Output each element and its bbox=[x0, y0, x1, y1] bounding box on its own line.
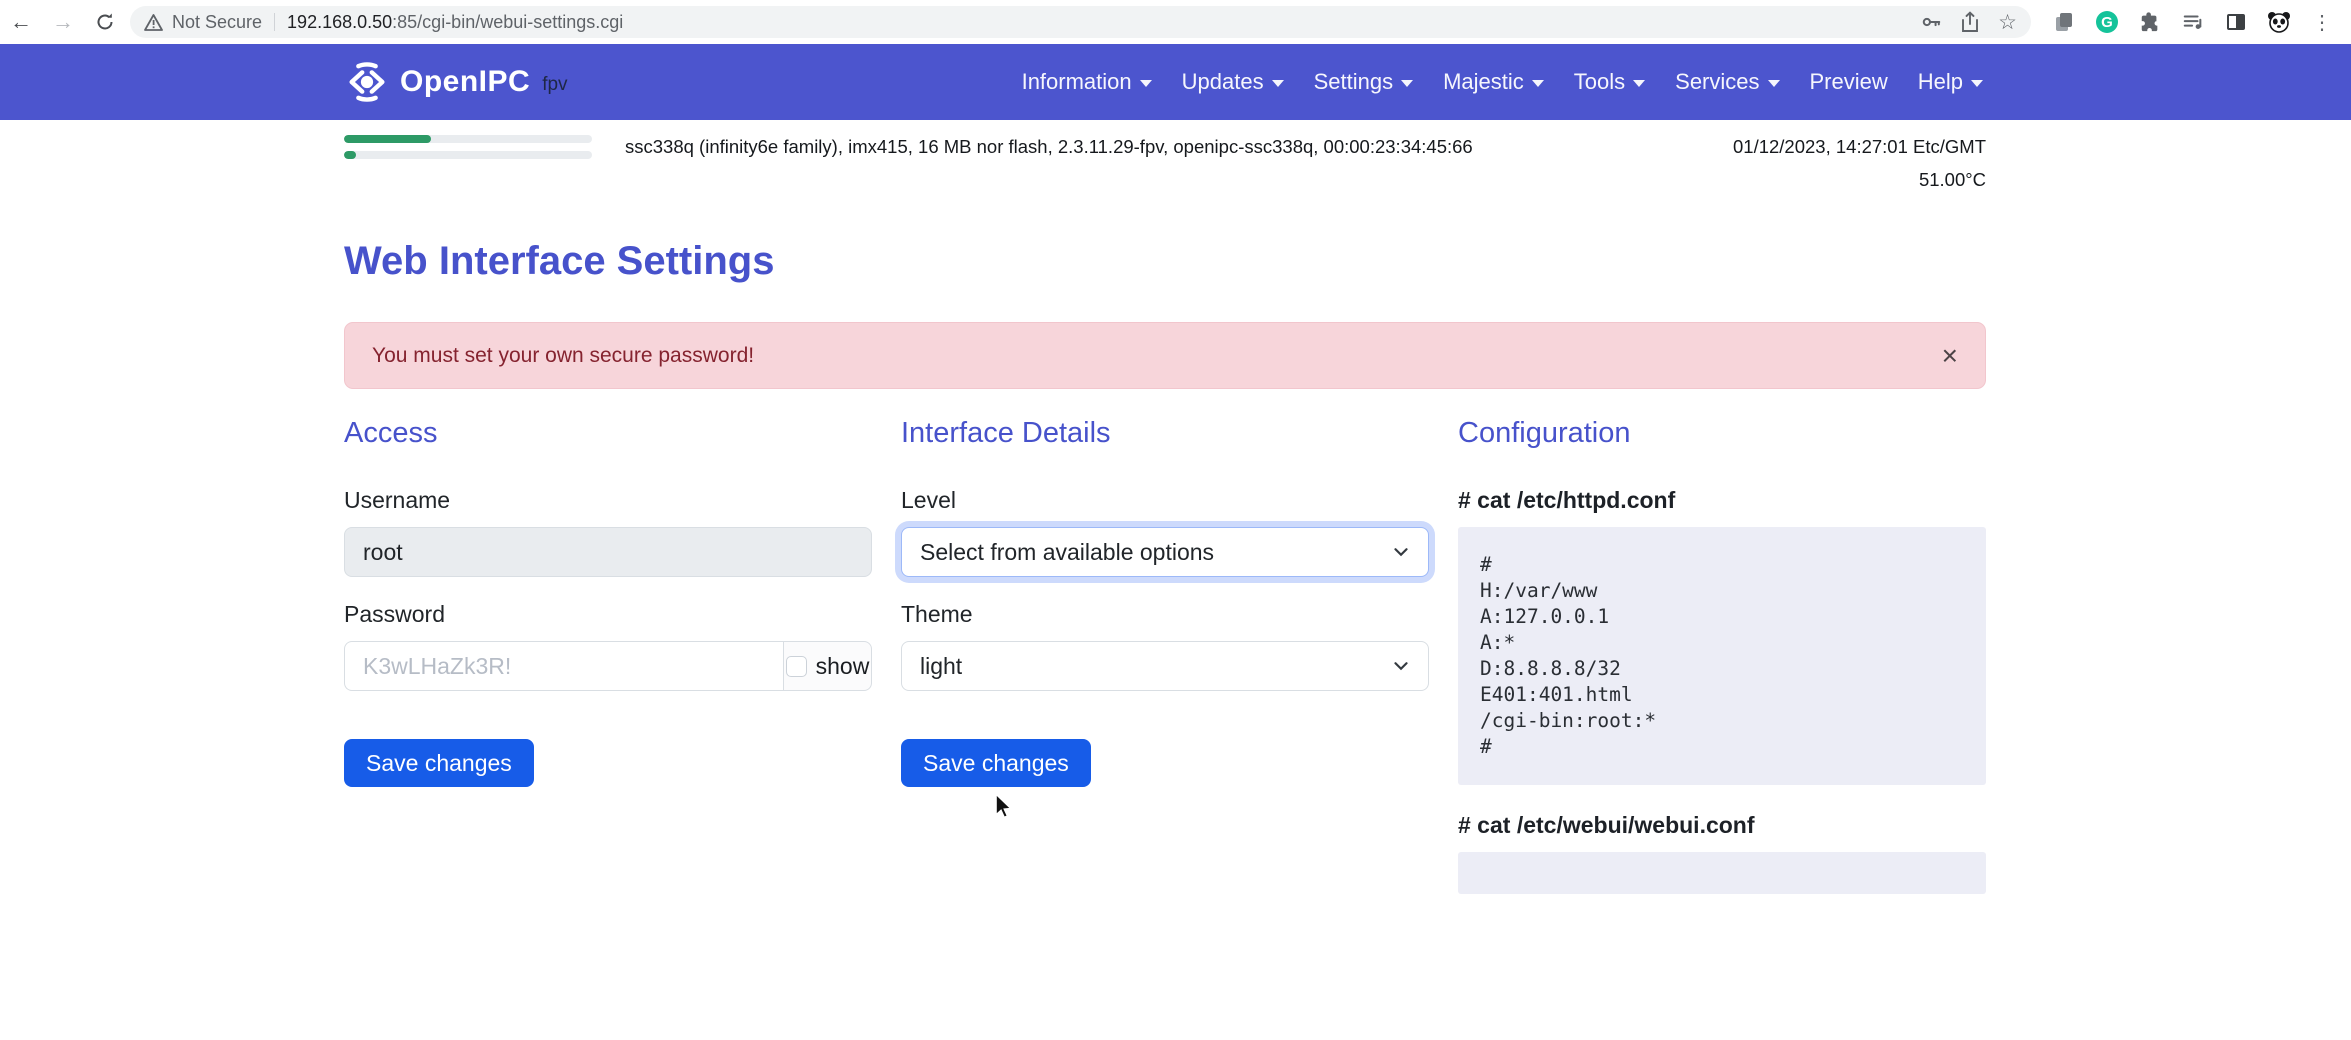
menu-item-information[interactable]: Information bbox=[1022, 69, 1152, 95]
interface-details-title: Interface Details bbox=[901, 417, 1429, 450]
theme-label: Theme bbox=[901, 601, 1429, 628]
password-key-icon[interactable] bbox=[1920, 11, 1942, 33]
password-label: Password bbox=[344, 601, 872, 628]
forward-icon[interactable]: → bbox=[50, 9, 76, 35]
device-info: ssc338q (infinity6e family), imx415, 16 … bbox=[625, 133, 1473, 191]
brand-name: OpenIPC bbox=[400, 65, 530, 99]
username-label: Username bbox=[344, 487, 872, 514]
configuration-title: Configuration bbox=[1458, 417, 1986, 450]
temperature-text: 51.00°C bbox=[1733, 169, 1986, 191]
show-password-checkbox[interactable] bbox=[786, 656, 807, 677]
page-title: Web Interface Settings bbox=[344, 239, 1986, 284]
chevron-down-icon bbox=[1140, 80, 1152, 87]
url-text[interactable]: 192.168.0.50:85/cgi-bin/webui-settings.c… bbox=[287, 12, 623, 33]
level-label: Level bbox=[901, 487, 1429, 514]
brand-logo[interactable]: OpenIPC fpv bbox=[344, 59, 568, 105]
menu-item-services[interactable]: Services bbox=[1675, 69, 1779, 95]
username-field[interactable] bbox=[344, 527, 872, 577]
chevron-down-icon bbox=[1532, 80, 1544, 87]
openipc-eye-icon bbox=[344, 59, 390, 105]
progress-bar-2 bbox=[344, 151, 592, 159]
browser-toolbar: ← → Not Secure 192.168.0.50:85/cgi-bin/w… bbox=[0, 0, 2351, 44]
level-select[interactable]: Select from available options bbox=[901, 527, 1429, 577]
theme-select[interactable]: light bbox=[901, 641, 1429, 691]
menu-item-settings[interactable]: Settings bbox=[1314, 69, 1414, 95]
playlist-icon[interactable] bbox=[2180, 9, 2206, 35]
httpd-conf-heading: # cat /etc/httpd.conf bbox=[1458, 487, 1986, 514]
chevron-down-icon bbox=[1768, 80, 1780, 87]
grammarly-icon[interactable]: G bbox=[2094, 9, 2120, 35]
back-icon[interactable]: ← bbox=[8, 9, 34, 35]
menu-item-updates[interactable]: Updates bbox=[1182, 69, 1284, 95]
panda-extension-icon[interactable] bbox=[2266, 9, 2292, 35]
progress-fill-1 bbox=[344, 135, 431, 143]
show-password-label: show bbox=[816, 653, 870, 680]
reload-icon[interactable] bbox=[92, 9, 118, 35]
extension-docs-icon[interactable] bbox=[2051, 9, 2077, 35]
address-bar[interactable]: Not Secure 192.168.0.50:85/cgi-bin/webui… bbox=[130, 6, 2031, 38]
alert-close-icon[interactable]: × bbox=[1942, 342, 1958, 370]
httpd-conf-content: # H:/var/www A:127.0.0.1 A:* D:8.8.8.8/3… bbox=[1458, 527, 1986, 785]
menu-item-tools[interactable]: Tools bbox=[1574, 69, 1645, 95]
security-chip-label[interactable]: Not Secure bbox=[172, 12, 262, 33]
main-menu: Information Updates Settings Majestic To… bbox=[1022, 69, 1983, 95]
password-field[interactable] bbox=[344, 641, 783, 691]
page-content: ssc338q (infinity6e family), imx415, 16 … bbox=[344, 133, 1986, 894]
chevron-down-icon bbox=[1633, 80, 1645, 87]
access-section: Access Username Password show Save chang… bbox=[344, 417, 872, 894]
interface-save-button[interactable]: Save changes bbox=[901, 739, 1091, 787]
access-save-button[interactable]: Save changes bbox=[344, 739, 534, 787]
progress-bar-1 bbox=[344, 135, 592, 143]
progress-fill-2 bbox=[344, 151, 356, 159]
system-gauges bbox=[344, 133, 592, 191]
interface-details-section: Interface Details Level Select from avai… bbox=[901, 417, 1429, 894]
app-navbar: OpenIPC fpv Information Updates Settings… bbox=[0, 44, 2351, 120]
webui-conf-heading: # cat /etc/webui/webui.conf bbox=[1458, 812, 1986, 839]
bookmark-star-icon[interactable]: ☆ bbox=[1998, 10, 2017, 35]
chevron-down-icon bbox=[1390, 655, 1412, 677]
chevron-down-icon bbox=[1272, 80, 1284, 87]
datetime-text: 01/12/2023, 14:27:01 Etc/GMT bbox=[1733, 136, 1986, 158]
brand-suffix: fpv bbox=[542, 74, 567, 96]
password-alert: You must set your own secure password! × bbox=[344, 322, 1986, 389]
menu-item-majestic[interactable]: Majestic bbox=[1443, 69, 1544, 95]
chevron-down-icon bbox=[1401, 80, 1413, 87]
warning-icon bbox=[144, 14, 163, 31]
extensions-puzzle-icon[interactable] bbox=[2137, 9, 2163, 35]
configuration-section: Configuration # cat /etc/httpd.conf # H:… bbox=[1458, 417, 1986, 894]
chevron-down-icon bbox=[1390, 541, 1412, 563]
menu-item-help[interactable]: Help bbox=[1918, 69, 1983, 95]
menu-item-preview[interactable]: Preview bbox=[1810, 69, 1888, 95]
status-bar: ssc338q (infinity6e family), imx415, 16 … bbox=[344, 133, 1986, 191]
webui-conf-content bbox=[1458, 852, 1986, 894]
browser-menu-icon[interactable]: ⋮ bbox=[2309, 9, 2335, 35]
show-password-addon: show bbox=[783, 641, 872, 691]
alert-message: You must set your own secure password! bbox=[372, 344, 754, 368]
split-view-icon[interactable] bbox=[2223, 9, 2249, 35]
clock-block: 01/12/2023, 14:27:01 Etc/GMT 51.00°C bbox=[1733, 133, 1986, 191]
share-icon[interactable] bbox=[1960, 11, 1980, 33]
chevron-down-icon bbox=[1971, 80, 1983, 87]
omnibox-divider bbox=[274, 13, 275, 31]
access-title: Access bbox=[344, 417, 872, 450]
